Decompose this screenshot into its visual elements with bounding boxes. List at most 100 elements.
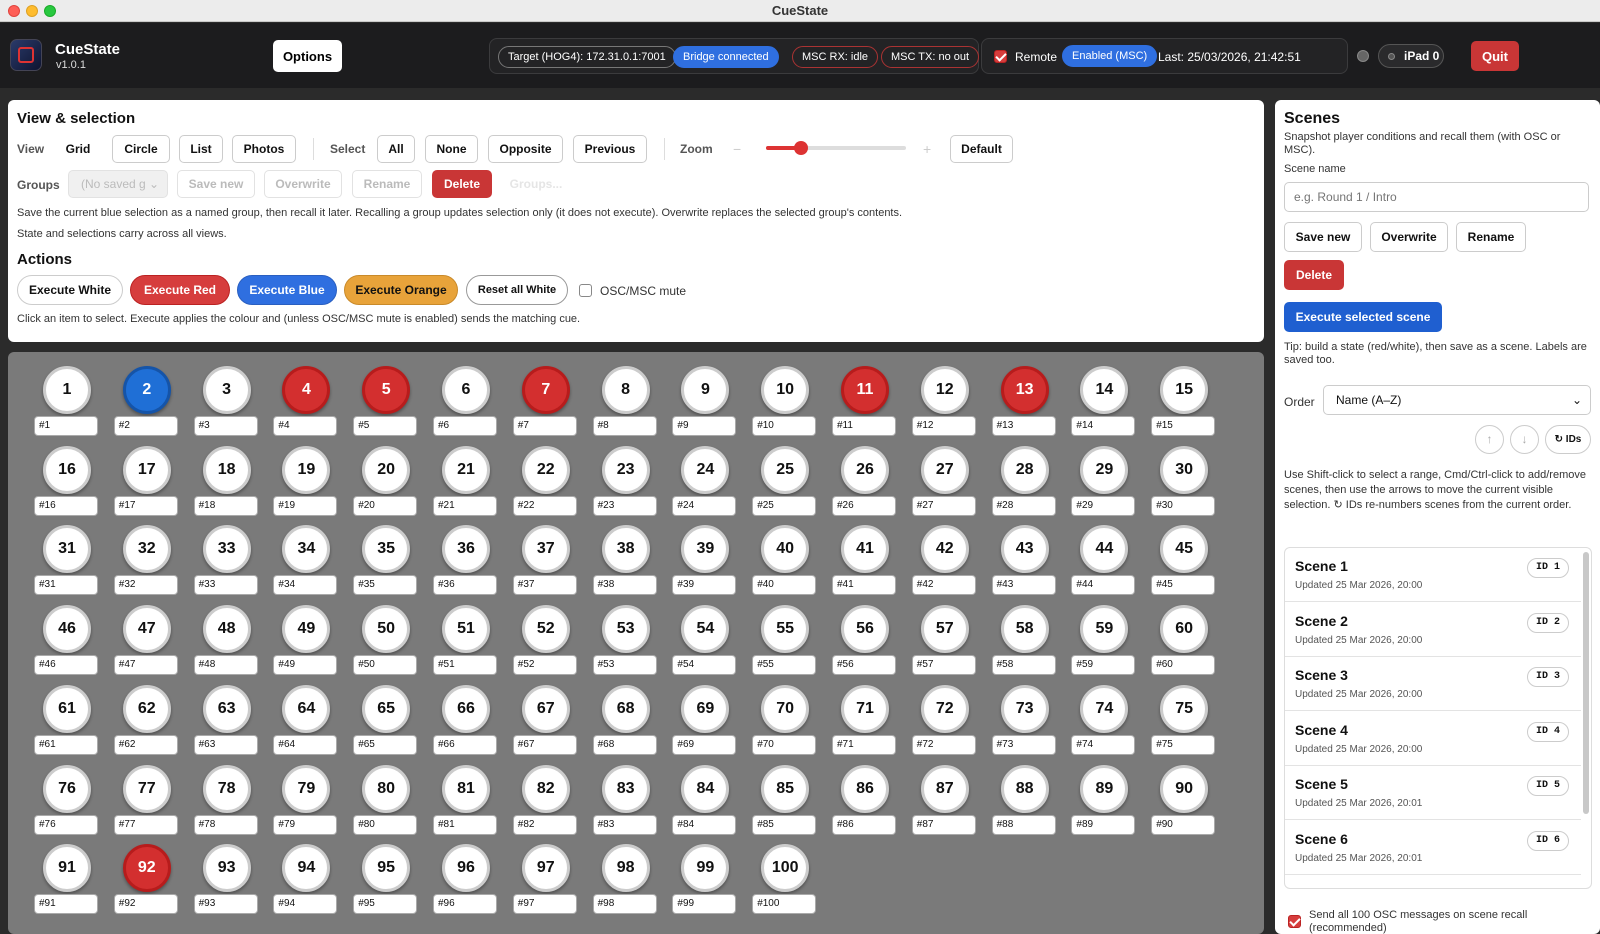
grid-item-label[interactable]: #59 bbox=[1071, 655, 1136, 676]
grid-item[interactable]: 80 #80 bbox=[353, 764, 419, 841]
grid-item-number[interactable]: 53 bbox=[601, 605, 650, 654]
grid-item[interactable]: 22 #22 bbox=[512, 445, 579, 522]
grid-item-label[interactable]: #98 bbox=[592, 894, 657, 915]
move-up-button[interactable]: ↑ bbox=[1475, 425, 1504, 454]
grid-item-number[interactable]: 83 bbox=[601, 764, 650, 813]
grid-item-label[interactable]: #84 bbox=[672, 814, 737, 835]
grid-item-number[interactable]: 19 bbox=[282, 445, 331, 494]
grid-item-label[interactable]: #53 bbox=[592, 655, 657, 676]
grid-item-number[interactable]: 63 bbox=[202, 684, 251, 733]
grid-item-number[interactable]: 85 bbox=[761, 764, 810, 813]
grid-item-number[interactable]: 65 bbox=[362, 684, 411, 733]
grid-item-label[interactable]: #1 bbox=[34, 416, 98, 436]
grid-item[interactable]: 6 #6 bbox=[433, 366, 499, 442]
grid-item-label[interactable]: #18 bbox=[193, 495, 258, 516]
grid-item-number[interactable]: 80 bbox=[362, 764, 411, 813]
zoom-default-button[interactable]: Default bbox=[950, 135, 1013, 163]
grid-item-number[interactable]: 8 bbox=[601, 366, 650, 414]
grid-item[interactable]: 36 #36 bbox=[433, 525, 499, 601]
grid-item-number[interactable]: 59 bbox=[1080, 605, 1129, 654]
grid-item[interactable]: 88 #88 bbox=[991, 764, 1058, 841]
quit-button[interactable]: Quit bbox=[1471, 41, 1519, 71]
grid-item-number[interactable]: 40 bbox=[761, 525, 810, 574]
grid-item[interactable]: 42 #42 bbox=[911, 525, 978, 601]
grid-item-number[interactable]: 11 bbox=[841, 366, 889, 414]
grid-item[interactable]: 9 #9 bbox=[672, 366, 738, 442]
grid-item[interactable]: 44 #44 bbox=[1071, 525, 1137, 601]
grid-item[interactable]: 10 #10 bbox=[752, 366, 818, 442]
scene-list-item[interactable]: Scene 6 Updated 25 Mar 2026, 20:01 ID 6 bbox=[1285, 821, 1581, 875]
grid-item-label[interactable]: #19 bbox=[273, 495, 338, 516]
grid-item-label[interactable]: #10 bbox=[752, 416, 817, 436]
grid-item-label[interactable]: #83 bbox=[592, 814, 657, 835]
grid-item-label[interactable]: #55 bbox=[752, 655, 817, 676]
scene-list-item[interactable]: Scene 1 Updated 25 Mar 2026, 20:00 ID 1 bbox=[1285, 548, 1581, 602]
grid-item-number[interactable]: 93 bbox=[202, 844, 251, 893]
grid-item[interactable]: 76 #76 bbox=[34, 764, 100, 841]
grid-item-number[interactable]: 15 bbox=[1160, 366, 1209, 414]
grid-item-label[interactable]: #41 bbox=[832, 575, 896, 596]
grid-item-label[interactable]: #92 bbox=[113, 894, 178, 915]
grid-item-label[interactable]: #82 bbox=[512, 814, 577, 835]
grid-item-number[interactable]: 68 bbox=[601, 684, 650, 733]
renumber-ids-button[interactable]: ↻ IDs bbox=[1545, 425, 1591, 454]
grid-item-number[interactable]: 82 bbox=[521, 764, 570, 813]
grid-item[interactable]: 35 #35 bbox=[353, 525, 419, 601]
grid-item-number[interactable]: 70 bbox=[761, 684, 810, 733]
grid-item-number[interactable]: 6 bbox=[442, 366, 490, 414]
grid-item-number[interactable]: 56 bbox=[841, 605, 889, 654]
grid-item[interactable]: 39 #39 bbox=[672, 525, 738, 601]
groups-menu-button[interactable]: Groups... bbox=[502, 170, 570, 198]
grid-item[interactable]: 29 #29 bbox=[1071, 445, 1137, 522]
group-save-new-button[interactable]: Save new bbox=[177, 170, 255, 198]
grid-item-label[interactable]: #73 bbox=[991, 734, 1056, 755]
select-all-button[interactable]: All bbox=[377, 135, 415, 163]
grid-item-label[interactable]: #3 bbox=[193, 416, 258, 436]
grid-item-label[interactable]: #32 bbox=[113, 575, 178, 596]
grid-item[interactable]: 83 #83 bbox=[592, 764, 659, 841]
execute-red-button[interactable]: Execute Red bbox=[130, 275, 230, 305]
grid-item[interactable]: 12 #12 bbox=[911, 366, 978, 442]
grid-item[interactable]: 96 #96 bbox=[433, 844, 499, 920]
grid-item-label[interactable]: #78 bbox=[193, 814, 258, 835]
view-circle-button[interactable]: Circle bbox=[112, 135, 170, 163]
grid-item-number[interactable]: 92 bbox=[122, 844, 171, 893]
grid-item[interactable]: 67 #67 bbox=[512, 684, 579, 761]
grid-item-label[interactable]: #40 bbox=[752, 575, 817, 596]
grid-item-label[interactable]: #58 bbox=[991, 655, 1056, 676]
grid-item-number[interactable]: 61 bbox=[43, 684, 91, 733]
grid-item-number[interactable]: 18 bbox=[202, 445, 251, 494]
grid-item-number[interactable]: 13 bbox=[1000, 366, 1049, 414]
grid-item[interactable]: 62 #62 bbox=[113, 684, 180, 761]
grid-item[interactable]: 47 #47 bbox=[113, 605, 180, 681]
grid-item[interactable]: 38 #38 bbox=[592, 525, 659, 601]
grid-item-label[interactable]: #100 bbox=[752, 894, 817, 915]
grid-item-label[interactable]: #35 bbox=[353, 575, 418, 596]
grid-item[interactable]: 26 #26 bbox=[832, 445, 898, 522]
grid-item-label[interactable]: #17 bbox=[113, 495, 178, 516]
grid-item[interactable]: 86 #86 bbox=[832, 764, 898, 841]
grid-item-number[interactable]: 75 bbox=[1160, 684, 1209, 733]
grid-item[interactable]: 16 #16 bbox=[34, 445, 100, 522]
grid-item-number[interactable]: 23 bbox=[601, 445, 650, 494]
scene-save-new-button[interactable]: Save new bbox=[1284, 222, 1362, 252]
grid-item[interactable]: 7 #7 bbox=[512, 366, 579, 442]
grid-item-number[interactable]: 43 bbox=[1000, 525, 1049, 574]
grid-item-number[interactable]: 47 bbox=[122, 605, 171, 654]
grid-item[interactable]: 50 #50 bbox=[353, 605, 419, 681]
grid-item-number[interactable]: 64 bbox=[282, 684, 331, 733]
grid-item-label[interactable]: #88 bbox=[991, 814, 1056, 835]
grid-item[interactable]: 43 #43 bbox=[991, 525, 1058, 601]
grid-item-label[interactable]: #21 bbox=[433, 495, 497, 516]
grid-item-label[interactable]: #7 bbox=[512, 416, 577, 436]
grid-item-label[interactable]: #47 bbox=[113, 655, 178, 676]
grid-item-number[interactable]: 57 bbox=[920, 605, 969, 654]
grid-item-label[interactable]: #8 bbox=[592, 416, 657, 436]
grid-item-number[interactable]: 77 bbox=[122, 764, 171, 813]
grid-item-number[interactable]: 74 bbox=[1080, 684, 1129, 733]
grid-item-label[interactable]: #11 bbox=[832, 416, 896, 436]
grid-item-number[interactable]: 25 bbox=[761, 445, 810, 494]
grid-item-label[interactable]: #25 bbox=[752, 495, 817, 516]
grid-item-number[interactable]: 28 bbox=[1000, 445, 1049, 494]
grid-item-number[interactable]: 36 bbox=[442, 525, 490, 574]
